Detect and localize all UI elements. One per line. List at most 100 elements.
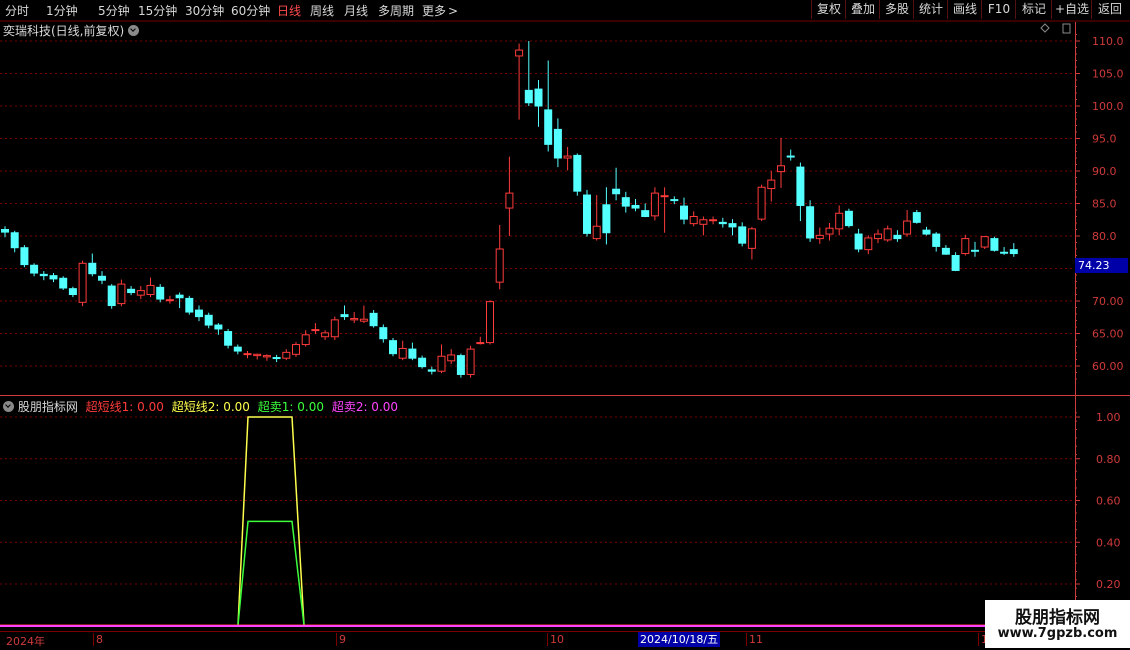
candle-body-up: [660, 195, 669, 198]
candle-body-down: [553, 128, 562, 159]
candle-body-down: [30, 264, 39, 274]
candle-body-down: [427, 369, 436, 372]
candle-body-down: [68, 288, 77, 295]
candle-body-down: [941, 247, 950, 255]
candle-body-up: [650, 192, 659, 217]
candle-body-up: [980, 236, 989, 248]
candle-body-down: [185, 297, 194, 313]
candle-body-down: [369, 312, 378, 327]
candle-body-down: [680, 205, 688, 220]
candle-body-down: [631, 204, 640, 209]
candle-body-up: [874, 233, 882, 240]
date-axis: 2024年 8 9 10 2024/10/18/五 11 1: [0, 631, 988, 648]
candle-body-down: [1000, 251, 1009, 254]
candle-body-up: [777, 165, 785, 173]
candle-body-down: [59, 277, 68, 289]
candle-body-up: [146, 284, 155, 295]
candle-body-down: [204, 314, 213, 326]
price-tick-label: 100.0: [1092, 100, 1124, 113]
candle-body-down: [340, 314, 349, 318]
candle-body-down: [107, 285, 116, 307]
candle-body-down: [728, 223, 737, 228]
candle-body-up: [747, 228, 756, 249]
candle-body-up: [476, 342, 485, 345]
indicator-tick-label: 0.40: [1096, 536, 1121, 549]
price-tick-label: 65.00: [1092, 328, 1124, 341]
indicator-tick-label: 0.20: [1096, 578, 1121, 591]
candle-body-up: [437, 355, 446, 372]
stock-chart-window: 分时 1分钟 5分钟 15分钟 30分钟 60分钟 日线 周线 月线 多周期 更…: [0, 0, 1130, 650]
candle-body-down: [1, 229, 9, 233]
indicator-axis: 1.00 0.80 0.60 0.40 0.20: [1075, 411, 1121, 606]
candle-body-down: [127, 288, 136, 294]
candle-body-up: [447, 354, 456, 362]
candle-body-down: [922, 229, 931, 235]
candle-body-down: [20, 247, 29, 266]
price-axis: 110.0105.0100.095.090.085.080.075.070.00…: [1075, 34, 1124, 380]
candle-body-down: [544, 109, 553, 145]
candle-body-down: [214, 324, 223, 330]
candle-body-up: [825, 227, 834, 235]
candle-body-down: [893, 234, 902, 240]
candle-body-down: [389, 340, 397, 355]
candle-body-down: [854, 233, 863, 250]
candle-body-up: [699, 219, 708, 225]
candle-body-up: [136, 290, 145, 296]
current-price-tag: 74.23: [1075, 258, 1128, 273]
diamond-icon: [1040, 23, 1050, 33]
candle-body-down: [10, 232, 19, 249]
candle-body-down: [971, 249, 979, 252]
candle-body-down: [573, 154, 582, 192]
price-tick-label: 110.0: [1092, 35, 1124, 48]
candle-body-down: [602, 204, 611, 234]
candle-body-down: [718, 221, 727, 225]
price-tick-label: 90.0: [1092, 165, 1117, 178]
date-label-sep: 9: [336, 633, 346, 646]
candle-body-down: [670, 199, 679, 202]
price-tick-label: 105.0: [1092, 68, 1124, 81]
candle-body-up: [835, 212, 844, 230]
watermark-url: www.7gpzb.com: [997, 626, 1118, 641]
watermark-logo: 股朋指标网 www.7gpzb.com: [985, 600, 1130, 648]
candle-body-down: [39, 273, 48, 277]
candle-body-down: [49, 275, 58, 280]
candle-body-down: [621, 197, 630, 207]
candle-body-down: [844, 210, 853, 227]
chart-canvas[interactable]: 110.0105.0100.095.090.085.080.075.070.00…: [0, 0, 1130, 650]
price-tick-label: 95.0: [1092, 133, 1117, 146]
candle-body-up: [321, 332, 330, 338]
candle-body-down: [641, 210, 650, 217]
indicator-tick-label: 1.00: [1096, 411, 1121, 424]
candle-body-up: [398, 347, 407, 359]
date-label-oct: 10: [547, 633, 564, 646]
price-tick-label: 80.0: [1092, 230, 1117, 243]
candle-body-up: [961, 238, 970, 255]
candle-body-down: [456, 355, 465, 375]
candle-body-up: [165, 299, 174, 302]
candle-body-up: [495, 248, 504, 283]
candle-body-up: [592, 225, 601, 240]
candle-body-up: [117, 283, 126, 305]
candle-body-down: [418, 357, 427, 368]
candle-body-up: [301, 334, 310, 346]
candle-body-up: [253, 353, 262, 357]
indicator-tick-label: 0.80: [1096, 453, 1121, 466]
candle-body-down: [524, 89, 533, 104]
candle-body-up: [486, 301, 494, 344]
candle-body-down: [932, 233, 941, 247]
date-label-year: 2024年: [6, 635, 45, 648]
candle-body-down: [990, 238, 999, 251]
candle-body-down: [233, 346, 242, 352]
indicator-lines: [0, 416, 1075, 627]
candle-body-up: [757, 186, 766, 220]
watermark-title: 股朋指标网: [1015, 608, 1100, 628]
candle-body-up: [330, 319, 339, 338]
candle-body-up: [311, 329, 320, 332]
candle-body-down: [1009, 249, 1018, 255]
candle-body-up: [767, 179, 776, 190]
candle-body-up: [815, 234, 824, 240]
price-tick-label: 70.00: [1092, 295, 1124, 308]
price-tick-label: 60.00: [1092, 360, 1124, 373]
candle-body-up: [563, 155, 572, 159]
candle-body-down: [534, 88, 543, 107]
